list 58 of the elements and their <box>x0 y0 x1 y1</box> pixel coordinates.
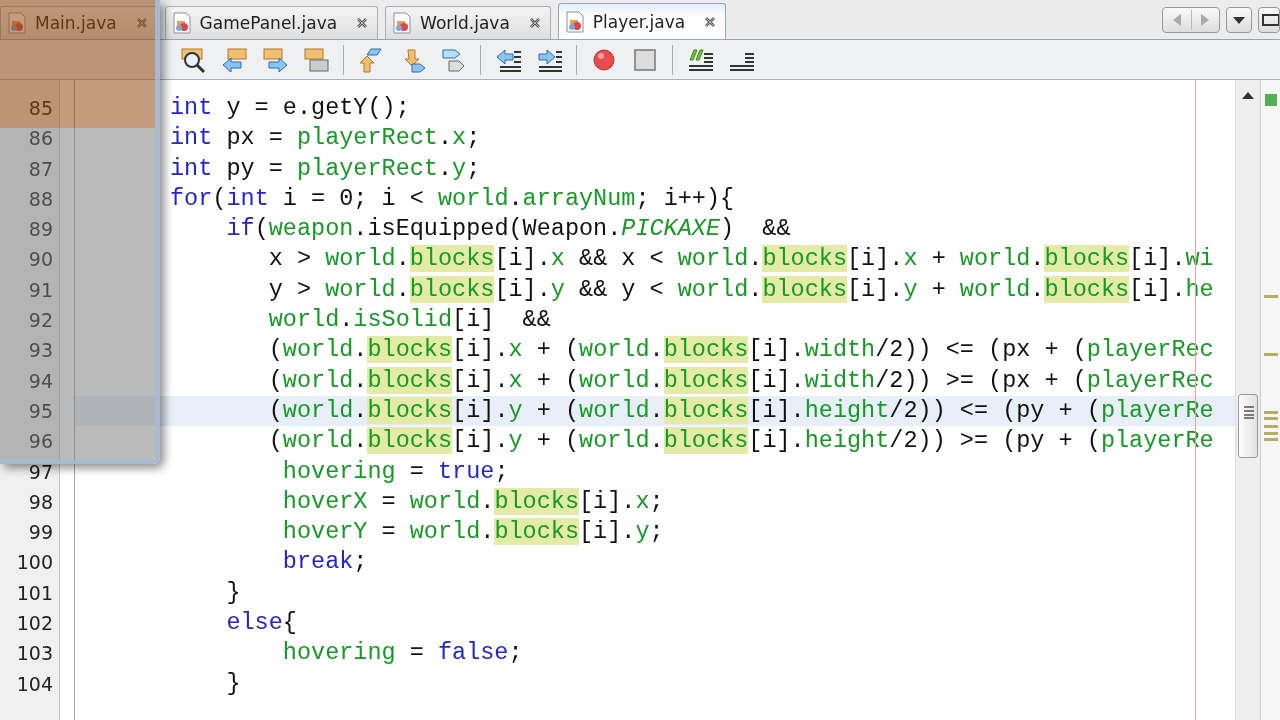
code-line: } <box>225 577 242 608</box>
line-number: 94 <box>27 368 54 394</box>
code-line: if(weapon.isEquipped(Weapon.PICKAXE) && <box>225 214 792 245</box>
code-line: else{ <box>225 608 298 639</box>
code-line: hovering = false; <box>281 638 524 669</box>
code-line: for(int i = 0; i < world.arrayNum; i++){ <box>169 183 736 214</box>
code-line: (world.blocks[i].x + (world.blocks[i].width/2)) >= (px + (playerRec <box>267 365 1215 396</box>
editor-tab[interactable]: Main.java <box>0 6 158 39</box>
code-line: hovering = true; <box>281 456 510 487</box>
java-file-icon <box>171 12 192 34</box>
line-number: 90 <box>27 247 54 273</box>
line-number: 93 <box>27 338 54 364</box>
previous-bookmark-icon[interactable] <box>357 45 385 74</box>
line-number: 104 <box>15 671 54 697</box>
line-number: 95 <box>27 398 54 424</box>
code-line: int px = playerRect.x; <box>169 123 482 154</box>
line-number: 86 <box>27 126 54 152</box>
scroll-up-icon[interactable] <box>1241 90 1255 100</box>
line-number: 97 <box>27 459 54 485</box>
scrollbar-thumb[interactable] <box>1238 394 1258 458</box>
code-line: int y = e.getY(); <box>169 93 411 123</box>
line-number: 88 <box>27 186 54 212</box>
code-line: hoverY = world.blocks[i].y; <box>281 517 665 548</box>
line-number: 102 <box>15 611 54 637</box>
line-number: 98 <box>27 489 54 515</box>
java-file-icon <box>564 10 585 33</box>
line-number: 92 <box>27 308 54 334</box>
line-number: 89 <box>27 217 54 243</box>
status-ok-icon <box>1265 94 1277 106</box>
code-line: break; <box>281 547 369 578</box>
code-line: } <box>225 668 242 699</box>
code-line: int py = playerRect.y; <box>169 153 482 184</box>
close-icon[interactable] <box>527 16 542 30</box>
line-number: 91 <box>27 277 54 303</box>
previous-occurrence-icon[interactable] <box>220 45 248 74</box>
code-line: (world.blocks[i].x + (world.blocks[i].width/2)) <= (px + (playerRec <box>267 335 1215 366</box>
code-line: (world.blocks[i].y + (world.blocks[i].height/2)) >= (py + (playerRe <box>267 426 1215 457</box>
editor-tab[interactable]: World.java <box>385 6 551 39</box>
toggle-highlight-icon[interactable] <box>302 45 330 74</box>
find-icon[interactable] <box>179 45 207 74</box>
code-line: world.isSolid[i] && <box>267 305 552 336</box>
line-number: 85 <box>27 96 54 121</box>
line-number: 100 <box>15 550 54 576</box>
line-number: 87 <box>27 156 54 182</box>
java-file-icon <box>7 12 27 34</box>
close-icon[interactable] <box>703 14 718 29</box>
grip-icon <box>1244 405 1254 419</box>
line-number: 96 <box>27 429 54 455</box>
line-number: 103 <box>15 641 54 667</box>
close-icon[interactable] <box>355 16 370 30</box>
java-file-icon <box>392 12 413 34</box>
editor-tab[interactable]: GamePanel.java <box>164 6 379 39</box>
editor-tab[interactable]: Player.java <box>557 3 727 39</box>
next-occurrence-icon[interactable] <box>261 45 289 74</box>
code-line: x > world.blocks[i].x && x < world.blocks[i].x + world.blocks[i].wi <box>267 244 1215 275</box>
line-number: 101 <box>15 580 54 606</box>
line-number: 99 <box>27 520 54 546</box>
code-line: hoverX = world.blocks[i].x; <box>281 486 665 517</box>
